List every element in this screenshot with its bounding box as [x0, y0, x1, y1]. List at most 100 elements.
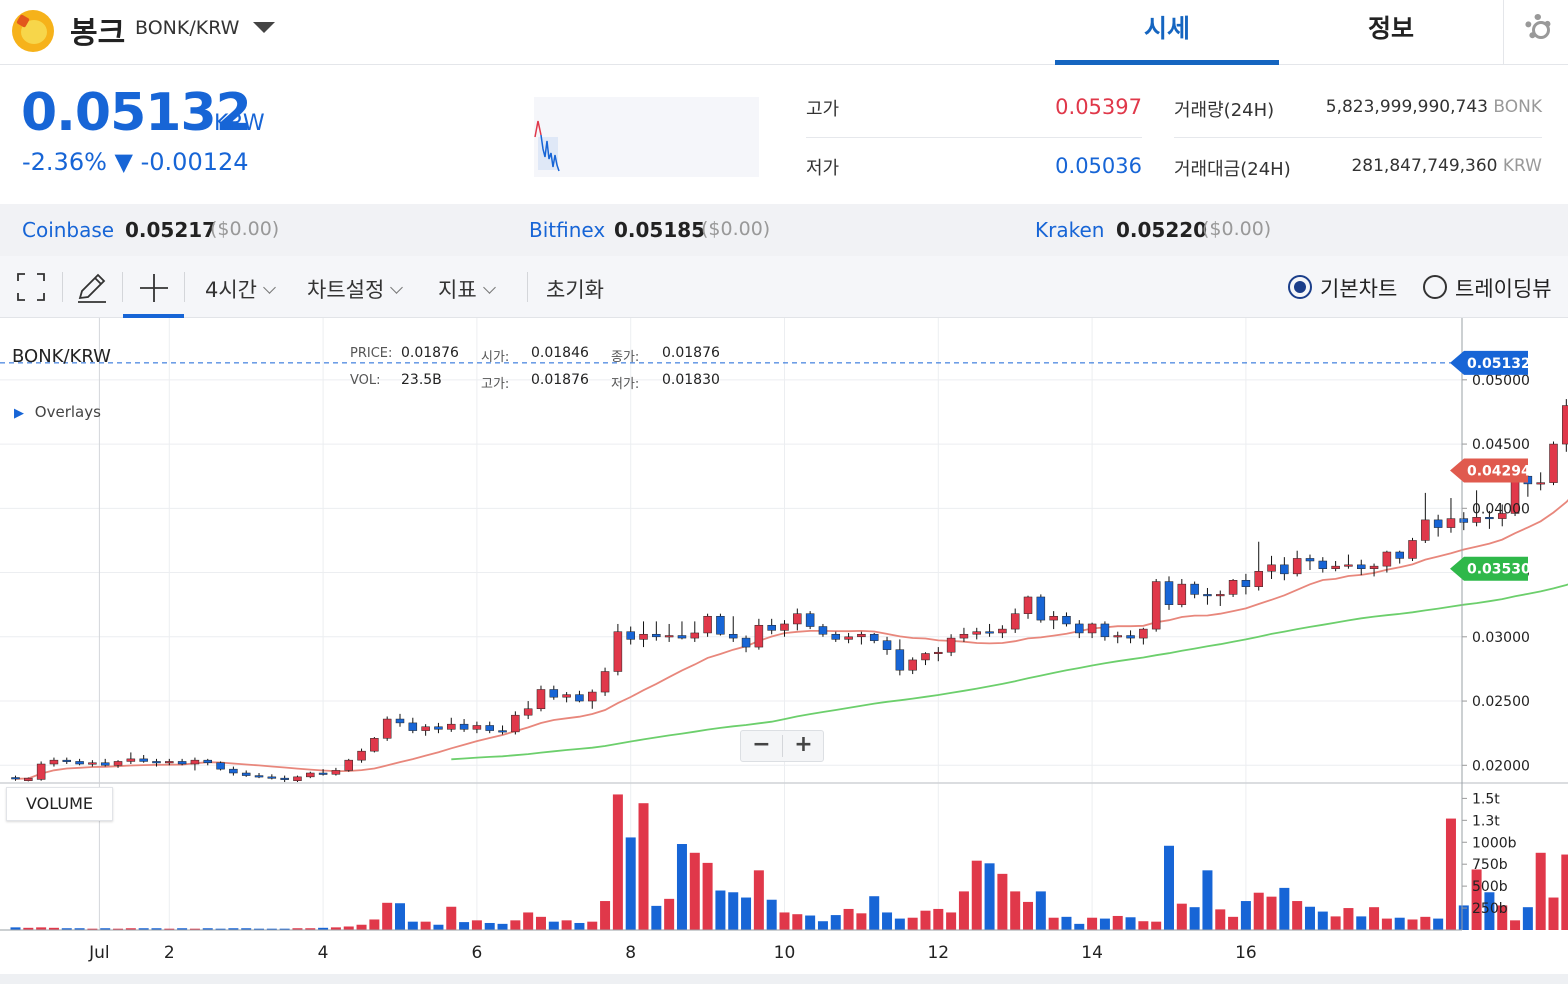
volume-bar: [548, 921, 559, 930]
ma-long-tag: 0.03530: [1467, 562, 1531, 578]
exchange-price-bitfinex: 0.05185: [614, 218, 706, 242]
legend-price-label: PRICE:: [350, 346, 393, 361]
x-tick-label: 16: [1235, 943, 1257, 963]
candle-body: [1023, 596, 1033, 614]
volume-bar: [561, 920, 572, 930]
fullscreen-icon[interactable]: [16, 272, 46, 302]
candle-body: [177, 761, 187, 765]
candle-body: [318, 772, 328, 775]
volume-bar: [356, 924, 367, 930]
volume-bar: [958, 891, 969, 930]
exchange-usd-bitfinex: ($0.00): [701, 218, 771, 240]
candle-body: [1292, 558, 1302, 575]
tab-info[interactable]: 정보: [1279, 0, 1503, 65]
candle-body: [857, 633, 866, 638]
exchange-name-coinbase[interactable]: Coinbase: [22, 218, 114, 242]
candle-body: [100, 762, 110, 766]
candle-body: [652, 633, 661, 638]
zoom-out-button[interactable]: −: [741, 731, 782, 761]
volume-bar: [753, 870, 764, 930]
candle-body: [408, 722, 418, 731]
amount-label: 거래대금(24H): [1174, 159, 1291, 180]
overlays-toggle[interactable]: ▶ Overlays: [14, 403, 101, 421]
volume-bar: [894, 918, 905, 930]
volume-bar: [1035, 891, 1046, 930]
candle-body: [485, 725, 494, 731]
volume-bar: [1304, 906, 1315, 930]
candle-body: [421, 726, 430, 731]
candle-body: [805, 613, 815, 627]
candle-body: [498, 730, 507, 733]
candle-body: [754, 624, 764, 648]
candle-body: [1151, 581, 1161, 630]
exchange-name-kraken[interactable]: Kraken: [1035, 218, 1104, 242]
chevron-down-icon[interactable]: [253, 22, 275, 33]
candle-body: [728, 633, 738, 639]
volume-bar: [420, 921, 431, 930]
price-tick-label: 0.02000: [1472, 758, 1530, 774]
candle-body: [370, 738, 379, 752]
volume-bar: [1253, 892, 1264, 930]
legend-vol-label: VOL:: [350, 373, 381, 388]
candle-body: [1446, 518, 1456, 528]
candle-body: [767, 624, 776, 631]
candle-body: [113, 761, 123, 766]
x-tick-label: 4: [318, 943, 329, 963]
volume-bar: [523, 912, 534, 930]
price-chart[interactable]: 0.020000.025000.030000.035000.040000.045…: [0, 318, 1568, 984]
pencil-icon[interactable]: [76, 272, 108, 304]
volume-bar: [792, 914, 803, 930]
tab-price[interactable]: 시세: [1055, 0, 1279, 65]
toolbar-divider: [62, 272, 63, 302]
candle-body: [600, 671, 610, 693]
candle-body: [1433, 519, 1443, 528]
candle-body: [1305, 558, 1315, 562]
settings-button[interactable]: [1503, 0, 1568, 65]
bonk-logo: [12, 10, 54, 52]
legend-open-label: 시가:: [481, 350, 510, 365]
candle-body: [677, 635, 687, 639]
candle-body: [1075, 623, 1084, 634]
legend-close-label: 종가:: [611, 350, 640, 365]
volume-bar: [1433, 918, 1444, 930]
candle-body: [382, 718, 392, 739]
volume-bar: [933, 908, 944, 930]
volume-bar: [1010, 891, 1021, 930]
tradingview-radio[interactable]: [1423, 275, 1447, 299]
basic-chart-label[interactable]: 기본차트: [1320, 273, 1397, 303]
coin-pair[interactable]: BONK/KRW: [135, 17, 239, 39]
volume-bar: [1317, 911, 1328, 930]
volume-bar: [1215, 909, 1226, 930]
volume-bar: [651, 905, 662, 930]
volume-bar: [1061, 916, 1072, 930]
basic-chart-radio[interactable]: [1288, 275, 1312, 299]
candle-body: [690, 632, 700, 639]
candle-body: [1549, 443, 1558, 483]
volume-bar: [1138, 921, 1149, 930]
volume-tick-label: 500b: [1472, 879, 1508, 895]
volume-bar: [535, 916, 546, 930]
legend-low-label: 저가:: [611, 377, 640, 392]
indicators-dropdown[interactable]: 지표: [438, 274, 496, 304]
zoom-in-button[interactable]: +: [783, 731, 824, 761]
volume-bar: [1548, 897, 1559, 930]
volume-bar: [779, 912, 790, 930]
reset-button[interactable]: 초기화: [546, 274, 604, 304]
volume-bar: [1087, 917, 1098, 930]
crosshair-icon[interactable]: [139, 273, 169, 303]
candle-body: [1472, 517, 1481, 523]
candle-body: [1395, 551, 1404, 559]
volume-bar: [907, 917, 918, 930]
volume-bar: [433, 924, 444, 930]
x-tick-label: 2: [164, 943, 175, 963]
volume-bar: [1023, 901, 1034, 930]
volume-bar: [1343, 908, 1354, 930]
tradingview-label[interactable]: 트레이딩뷰: [1455, 273, 1552, 303]
exchange-name-bitfinex[interactable]: Bitfinex: [529, 218, 605, 242]
chart-settings-dropdown[interactable]: 차트설정: [307, 274, 404, 304]
interval-dropdown[interactable]: 4시간: [205, 274, 276, 304]
coin-name[interactable]: 봉크: [70, 8, 125, 52]
volume-bar: [369, 919, 380, 930]
candle-body: [1087, 623, 1097, 634]
volume-bar: [664, 898, 675, 930]
